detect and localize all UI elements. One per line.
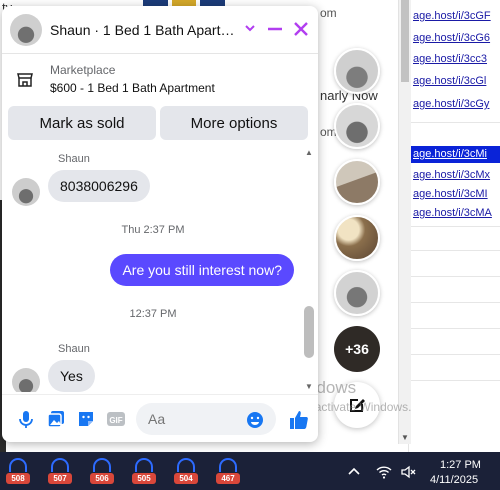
- link-item[interactable]: age.host/i/3cMI: [409, 186, 500, 203]
- notification-badge: 508: [6, 473, 30, 484]
- taskbar-app-button[interactable]: 467: [214, 456, 242, 486]
- link-item[interactable]: age.host/i/3cMA: [409, 205, 500, 222]
- marketplace-icon: [17, 73, 33, 87]
- compose-icon: [350, 399, 365, 412]
- emoji-icon[interactable]: [246, 411, 264, 429]
- clock-time[interactable]: 1:27 PM: [440, 459, 481, 471]
- notification-badge: 467: [216, 473, 240, 484]
- sender-name: Shaun: [58, 343, 90, 355]
- message-timestamp: 12:37 PM: [129, 308, 177, 320]
- message-timestamp: Thu 2:37 PM: [121, 224, 185, 236]
- link-item[interactable]: age.host/i/3cMx: [409, 167, 500, 184]
- chat-head[interactable]: [334, 270, 380, 316]
- listing-category: Marketplace: [50, 63, 116, 77]
- link-item[interactable]: age.host/i/3cG6: [409, 30, 500, 47]
- close-button[interactable]: [292, 20, 310, 38]
- svg-text:GIF: GIF: [109, 416, 122, 425]
- sender-name: Shaun: [58, 153, 90, 165]
- gif-icon[interactable]: GIF: [106, 409, 126, 429]
- link-item-selected[interactable]: age.host/i/3cMi: [409, 146, 500, 163]
- notification-badge: 507: [48, 473, 72, 484]
- incoming-message[interactable]: 8038006296: [48, 170, 150, 202]
- wifi-icon[interactable]: [376, 464, 392, 480]
- message-composer: GIF: [2, 394, 318, 442]
- marketplace-listing: Marketplace $600 - 1 Bed 1 Bath Apartmen…: [2, 54, 318, 140]
- avatar[interactable]: [12, 368, 40, 392]
- microphone-icon[interactable]: [16, 409, 36, 429]
- listing-title: $600 - 1 Bed 1 Bath Apartment: [50, 81, 215, 95]
- thumbs-up-icon[interactable]: [288, 409, 310, 431]
- new-message-button[interactable]: [334, 382, 380, 428]
- mark-as-sold-button[interactable]: Mark as sold: [8, 106, 156, 140]
- chat-head[interactable]: [334, 103, 380, 149]
- photo-icon[interactable]: [46, 409, 66, 429]
- more-options-button[interactable]: More options: [160, 106, 308, 140]
- background-text: om: [320, 6, 337, 20]
- taskbar-app-button[interactable]: 508: [4, 456, 32, 486]
- taskbar: 508 507 506 505 504 467 1:27 PM 4/11/202…: [0, 452, 500, 490]
- chat-title[interactable]: Shaun · 1 Bed 1 Bath Apart…: [50, 22, 234, 38]
- thread-scrollbar[interactable]: ▲ ▼: [302, 146, 316, 392]
- avatar[interactable]: [10, 13, 42, 46]
- taskbar-app-button[interactable]: 504: [172, 456, 200, 486]
- thread-scrollbar-thumb[interactable]: [304, 306, 314, 358]
- page-scrollbar-thumb[interactable]: [401, 0, 409, 82]
- page-scrollbar[interactable]: ▼: [398, 0, 411, 444]
- notification-badge: 505: [132, 473, 156, 484]
- chat-head[interactable]: [334, 215, 380, 261]
- link-item[interactable]: age.host/i/3cGy: [409, 96, 500, 113]
- message-thread[interactable]: Shaun 8038006296 Thu 2:37 PM Are you sti…: [2, 146, 318, 392]
- taskbar-app-button[interactable]: 506: [88, 456, 116, 486]
- chevron-up-icon[interactable]: [346, 464, 362, 480]
- link-item[interactable]: age.host/i/3cc3: [409, 51, 500, 68]
- incoming-message[interactable]: Yes: [48, 360, 95, 392]
- chat-head[interactable]: [334, 159, 380, 205]
- taskbar-app-button[interactable]: 505: [130, 456, 158, 486]
- chat-window: Shaun · 1 Bed 1 Bath Apart… Marketplace …: [2, 6, 318, 442]
- minimize-button[interactable]: [266, 20, 284, 38]
- chat-head[interactable]: [334, 48, 380, 94]
- scroll-down-arrow-icon[interactable]: ▼: [304, 382, 314, 391]
- link-item[interactable]: age.host/i/3cGF: [409, 8, 500, 25]
- outgoing-message[interactable]: Are you still interest now?: [110, 254, 294, 286]
- chat-header[interactable]: Shaun · 1 Bed 1 Bath Apart…: [2, 6, 318, 54]
- scroll-up-arrow-icon[interactable]: ▲: [304, 148, 314, 157]
- volume-muted-icon[interactable]: [400, 464, 416, 480]
- notification-badge: 504: [174, 473, 198, 484]
- notification-badge: 506: [90, 473, 114, 484]
- more-chats-count: +36: [345, 341, 369, 357]
- avatar[interactable]: [12, 178, 40, 206]
- clock-date[interactable]: 4/11/2025: [430, 474, 478, 486]
- sticker-icon[interactable]: [76, 409, 96, 429]
- chevron-down-icon[interactable]: [242, 20, 258, 36]
- more-chats-head[interactable]: +36: [334, 326, 380, 372]
- taskbar-app-button[interactable]: 507: [46, 456, 74, 486]
- scroll-down-arrow-icon[interactable]: ▼: [400, 434, 410, 442]
- link-item[interactable]: age.host/i/3cGl: [409, 73, 500, 90]
